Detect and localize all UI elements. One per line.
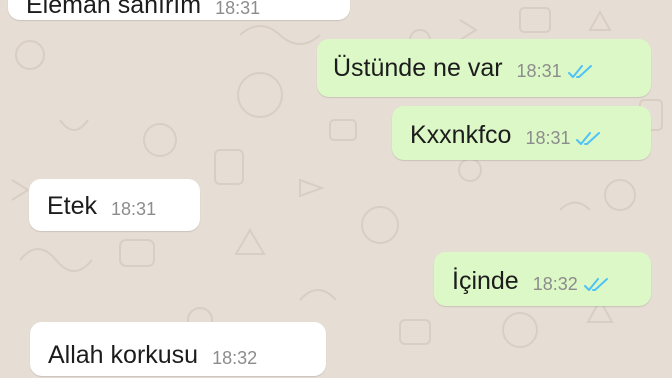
message-text: Etek	[47, 192, 98, 220]
message-text: İçinde	[452, 267, 519, 295]
double-check-icon	[576, 132, 602, 146]
outgoing-message-bubble[interactable]: Kxxnkfco 18:31	[392, 106, 651, 160]
message-text: Allah korkusu	[48, 341, 199, 369]
double-check-icon	[583, 278, 610, 292]
incoming-message-bubble[interactable]: Etek 18:31	[29, 179, 200, 231]
message-time: 18:31	[525, 128, 571, 148]
outgoing-message-bubble[interactable]: İçinde 18:32	[434, 252, 651, 306]
incoming-message-bubble[interactable]: Allah korkusu 18:32	[30, 322, 326, 376]
message-time: 18:31	[516, 61, 562, 81]
message-time: 18:31	[111, 199, 157, 219]
message-time: 18:32	[212, 348, 258, 368]
outgoing-message-bubble[interactable]: Üstünde ne var 18:31	[317, 39, 651, 97]
message-text: Üstünde ne var	[333, 54, 503, 82]
double-check-icon	[567, 65, 594, 79]
message-time: 18:31	[215, 0, 261, 18]
message-text: Kxxnkfco	[410, 121, 512, 149]
message-text: Eleman sanırım	[26, 0, 202, 19]
incoming-message-bubble[interactable]: Eleman sanırım 18:31	[8, 0, 350, 20]
message-time: 18:32	[532, 274, 578, 294]
